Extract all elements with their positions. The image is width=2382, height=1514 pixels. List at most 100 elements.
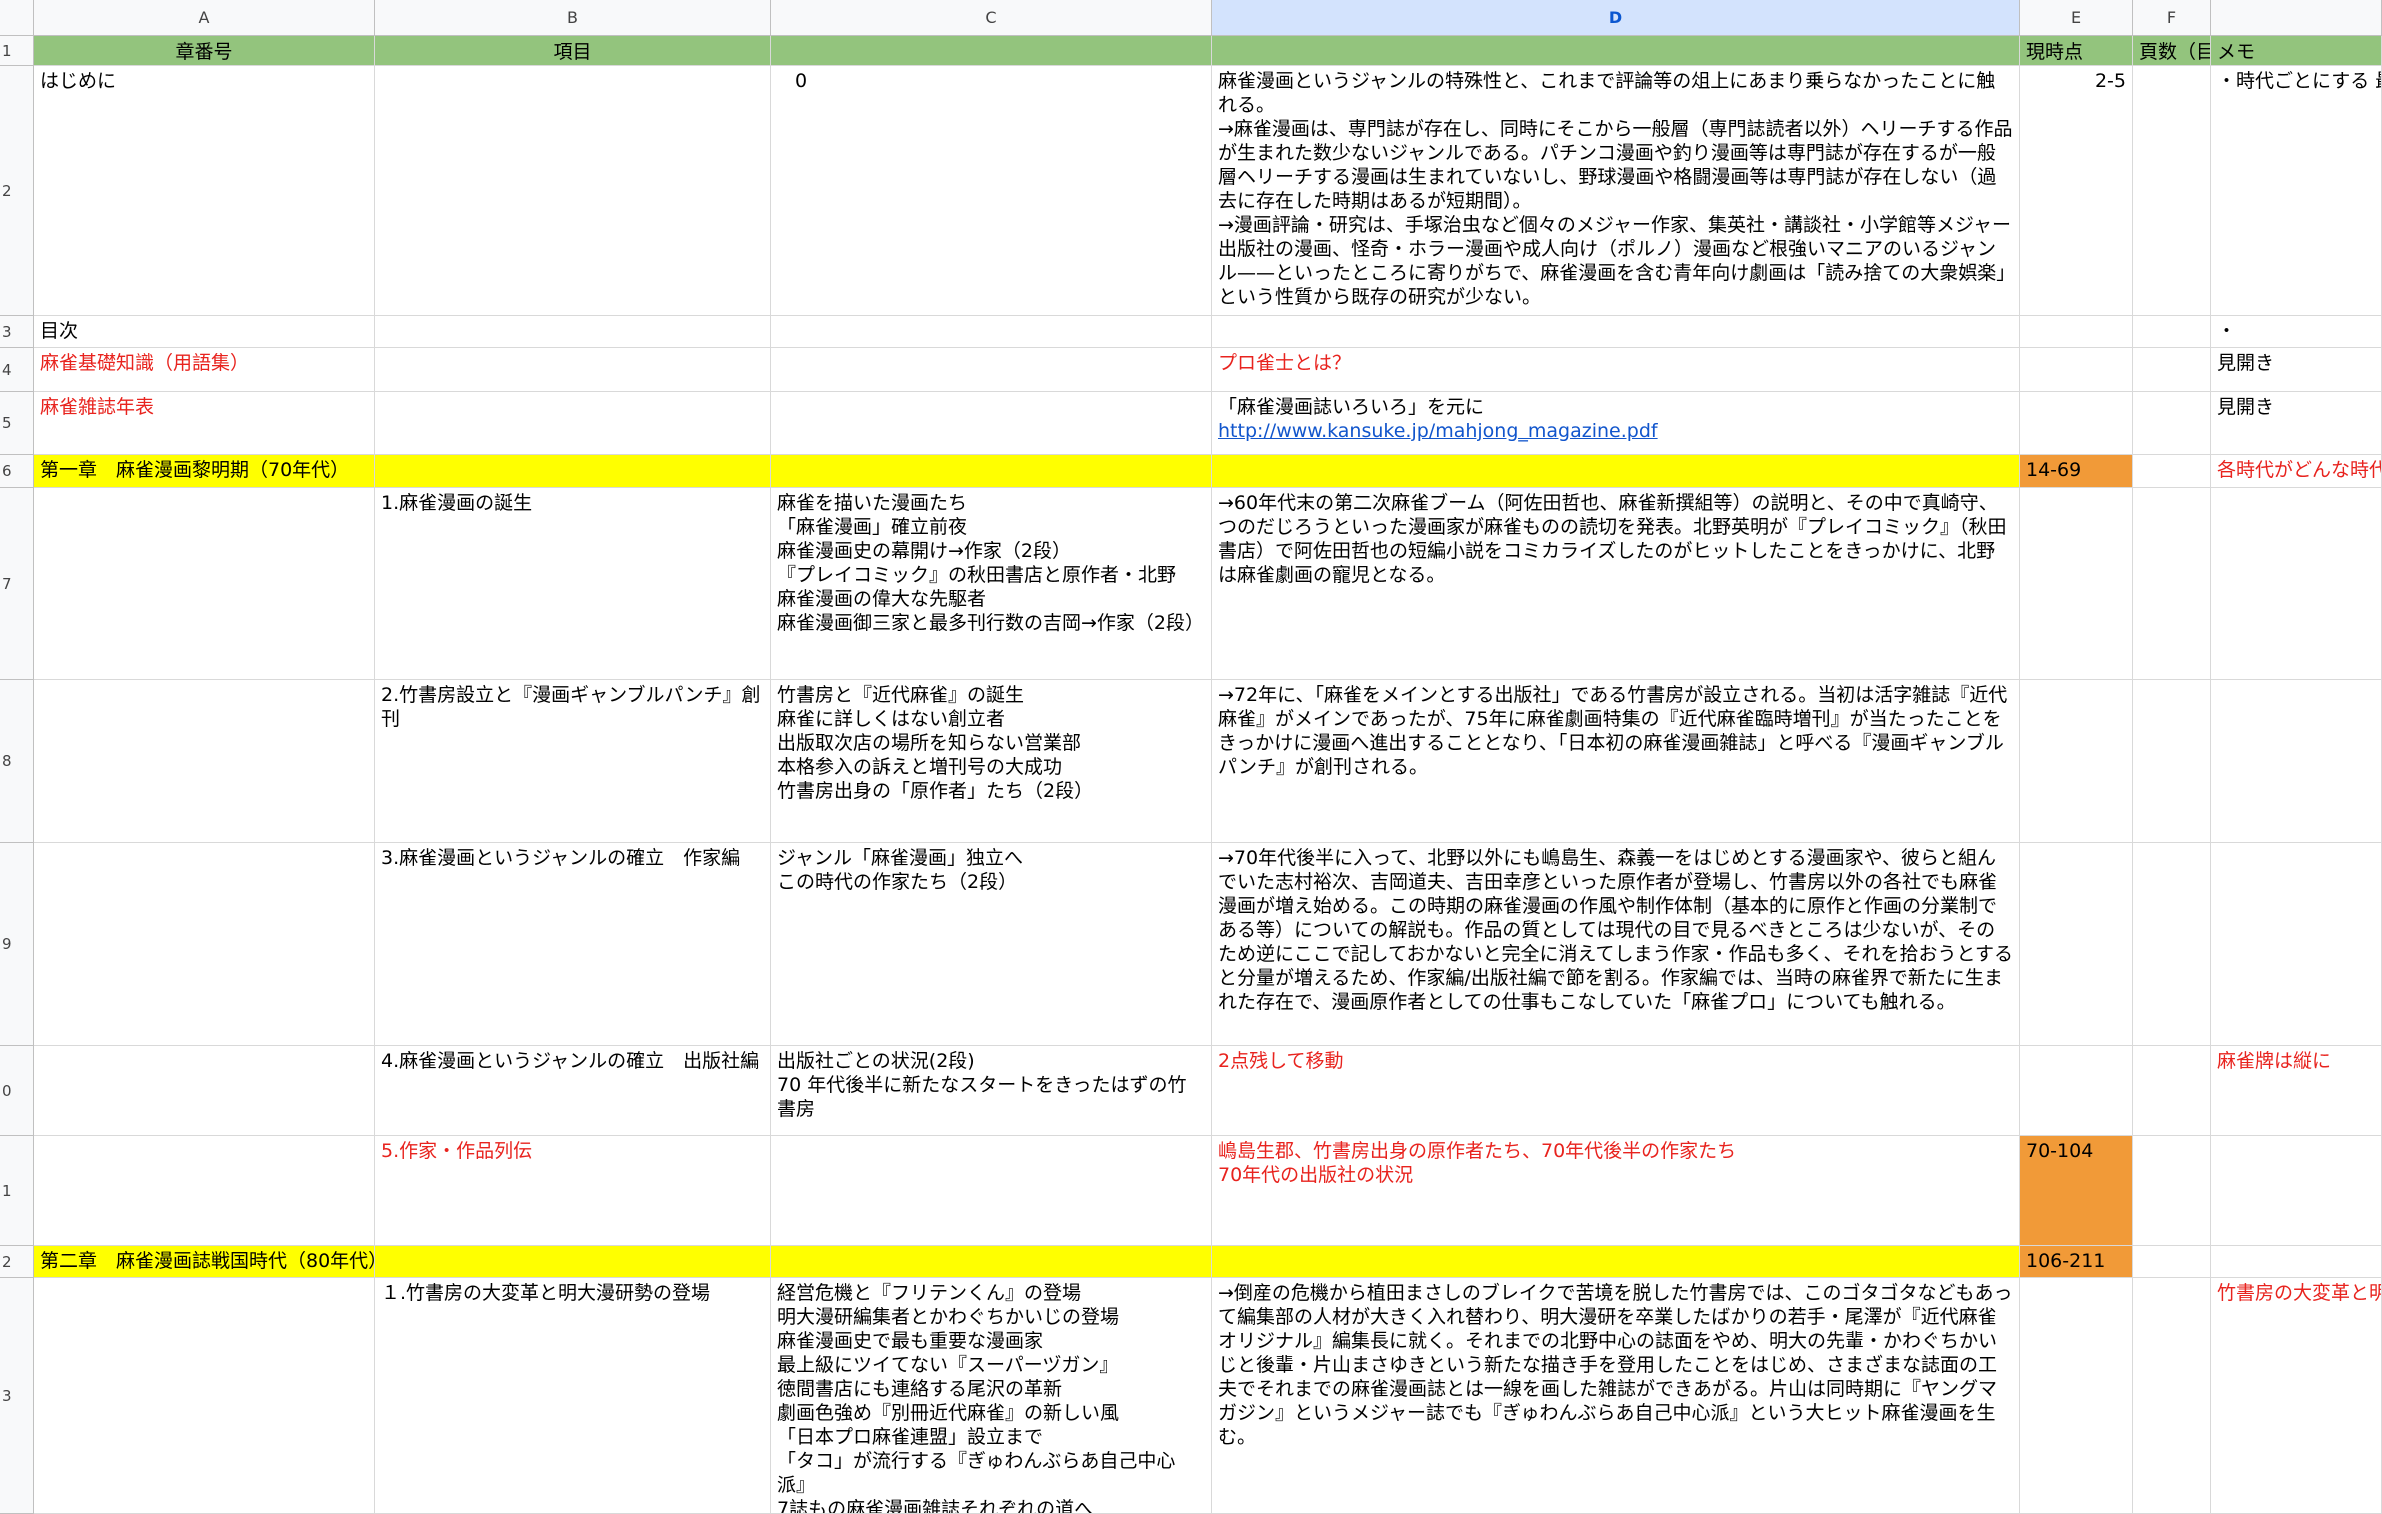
cell-g3[interactable]: ・ (2211, 316, 2382, 348)
cell-b5[interactable] (375, 392, 771, 455)
cell-d10[interactable]: 2点残して移動 (1212, 1046, 2020, 1136)
cell-a4[interactable]: 麻雀基礎知識（用語集） (34, 348, 375, 392)
header-cell-c[interactable] (771, 36, 1212, 66)
header-cell-item[interactable]: 項目 (375, 36, 771, 66)
cell-d8[interactable]: →72年に、「麻雀をメインとする出版社」である竹書房が設立される。当初は活字雑誌… (1212, 680, 2020, 843)
cell-a8[interactable] (34, 680, 375, 843)
cell-f4[interactable] (2133, 348, 2211, 392)
row-header-8[interactable]: 8 (0, 680, 34, 843)
cell-g4[interactable]: 見開き (2211, 348, 2382, 392)
cell-a6[interactable]: 第一章 麻雀漫画黎明期（70年代） (34, 455, 375, 488)
cell-c10[interactable]: 出版社ごとの状況(2段) 70 年代後半に新たなスタートをきったはずの竹書房 (771, 1046, 1212, 1136)
cell-g5[interactable]: 見開き (2211, 392, 2382, 455)
header-cell-chapter[interactable]: 章番号 (34, 36, 375, 66)
row-header-10[interactable]: 0 (0, 1046, 34, 1136)
cell-d3[interactable] (1212, 316, 2020, 348)
cell-g13[interactable]: 竹書房の大変革と明 (2211, 1278, 2382, 1514)
cell-b13[interactable]: １.竹書房の大変革と明大漫研勢の登場 (375, 1278, 771, 1514)
cell-g6[interactable]: 各時代がどんな時代 (2211, 455, 2382, 488)
header-cell-memo[interactable]: メモ (2211, 36, 2382, 66)
cell-b11[interactable]: 5.作家・作品列伝 (375, 1136, 771, 1246)
cell-f6[interactable] (2133, 455, 2211, 488)
cell-d13[interactable]: →倒産の危機から植田まさしのブレイクで苦境を脱した竹書房では、このゴタゴタなども… (1212, 1278, 2020, 1514)
row-header-11[interactable]: 1 (0, 1136, 34, 1246)
cell-g8[interactable] (2211, 680, 2382, 843)
header-cell-pages[interactable]: 頁数（目 (2133, 36, 2211, 66)
row-header-7[interactable]: 7 (0, 488, 34, 680)
cell-c8[interactable]: 竹書房と『近代麻雀』の誕生 麻雀に詳しくはない創立者 出版取次店の場所を知らない… (771, 680, 1212, 843)
column-header-b[interactable]: B (375, 0, 771, 36)
cell-a13[interactable] (34, 1278, 375, 1514)
cell-f12[interactable] (2133, 1246, 2211, 1278)
cell-a11[interactable] (34, 1136, 375, 1246)
cell-g12[interactable] (2211, 1246, 2382, 1278)
cell-d4[interactable]: プロ雀士とは？ (1212, 348, 2020, 392)
column-header-g[interactable] (2211, 0, 2382, 36)
column-header-f[interactable]: F (2133, 0, 2211, 36)
cell-a3[interactable]: 目次 (34, 316, 375, 348)
cell-f5[interactable] (2133, 392, 2211, 455)
cell-g7[interactable] (2211, 488, 2382, 680)
cell-f2[interactable] (2133, 66, 2211, 316)
cell-b10[interactable]: 4.麻雀漫画というジャンルの確立 出版社編 (375, 1046, 771, 1136)
cell-b12[interactable] (375, 1246, 771, 1278)
cell-e5[interactable] (2020, 392, 2133, 455)
cell-e7[interactable] (2020, 488, 2133, 680)
cell-b6[interactable] (375, 455, 771, 488)
cell-c2[interactable]: 0 (771, 66, 1212, 316)
cell-d7[interactable]: →60年代末の第二次麻雀ブーム（阿佐田哲也、麻雀新撰組等）の説明と、その中で真崎… (1212, 488, 2020, 680)
magazine-pdf-link[interactable]: http://www.kansuke.jp/mahjong_magazine.p… (1218, 419, 2013, 443)
cell-g10[interactable]: 麻雀牌は縦に (2211, 1046, 2382, 1136)
cell-b2[interactable] (375, 66, 771, 316)
cell-c4[interactable] (771, 348, 1212, 392)
cell-f13[interactable] (2133, 1278, 2211, 1514)
cell-c6[interactable] (771, 455, 1212, 488)
cell-c13[interactable]: 経営危機と『フリテンくん』の登場 明大漫研編集者とかわぐちかいじの登場 麻雀漫画… (771, 1278, 1212, 1514)
cell-e6[interactable]: 14-69 (2020, 455, 2133, 488)
cell-c11[interactable] (771, 1136, 1212, 1246)
cell-b4[interactable] (375, 348, 771, 392)
cell-f7[interactable] (2133, 488, 2211, 680)
row-header-13[interactable]: 3 (0, 1278, 34, 1514)
cell-b3[interactable] (375, 316, 771, 348)
cell-d12[interactable] (1212, 1246, 2020, 1278)
cell-f10[interactable] (2133, 1046, 2211, 1136)
column-header-d[interactable]: D (1212, 0, 2020, 36)
row-header-12[interactable]: 2 (0, 1246, 34, 1278)
cell-d9[interactable]: →70年代後半に入って、北野以外にも嶋島生、森義一をはじめとする漫画家や、彼らと… (1212, 843, 2020, 1046)
cell-e2[interactable]: 2-5 (2020, 66, 2133, 316)
row-header-5[interactable]: 5 (0, 392, 34, 455)
cell-d2[interactable]: 麻雀漫画というジャンルの特殊性と、これまで評論等の俎上にあまり乗らなかったことに… (1212, 66, 2020, 316)
cell-d5[interactable]: 「麻雀漫画誌いろいろ」を元に http://www.kansuke.jp/mah… (1212, 392, 2020, 455)
cell-c3[interactable] (771, 316, 1212, 348)
cell-d11[interactable]: 嶋島生郡、竹書房出身の原作者たち、70年代後半の作家たち 70年代の出版社の状況 (1212, 1136, 2020, 1246)
cell-e3[interactable] (2020, 316, 2133, 348)
cell-a5[interactable]: 麻雀雑誌年表 (34, 392, 375, 455)
cell-e13[interactable] (2020, 1278, 2133, 1514)
cell-e12[interactable]: 106-211 (2020, 1246, 2133, 1278)
cell-a2[interactable]: はじめに (34, 66, 375, 316)
column-header-e[interactable]: E (2020, 0, 2133, 36)
column-header-a[interactable]: A (34, 0, 375, 36)
cell-e10[interactable] (2020, 1046, 2133, 1136)
cell-e8[interactable] (2020, 680, 2133, 843)
cell-b8[interactable]: 2.竹書房設立と『漫画ギャンブルパンチ』創刊 (375, 680, 771, 843)
row-header-9[interactable]: 9 (0, 843, 34, 1046)
header-cell-current[interactable]: 現時点 (2020, 36, 2133, 66)
cell-a10[interactable] (34, 1046, 375, 1136)
row-header-3[interactable]: 3 (0, 316, 34, 348)
cell-f8[interactable] (2133, 680, 2211, 843)
select-all-corner[interactable] (0, 0, 34, 36)
header-cell-d[interactable] (1212, 36, 2020, 66)
cell-d6[interactable] (1212, 455, 2020, 488)
cell-c12[interactable] (771, 1246, 1212, 1278)
row-header-6[interactable]: 6 (0, 455, 34, 488)
cell-c5[interactable] (771, 392, 1212, 455)
row-header-4[interactable]: 4 (0, 348, 34, 392)
cell-b9[interactable]: 3.麻雀漫画というジャンルの確立 作家編 (375, 843, 771, 1046)
cell-g9[interactable] (2211, 843, 2382, 1046)
cell-a9[interactable] (34, 843, 375, 1046)
cell-e11[interactable]: 70-104 (2020, 1136, 2133, 1246)
column-header-c[interactable]: C (771, 0, 1212, 36)
cell-g2[interactable]: ・時代ごとにする 最後まで読ませる →麻雀と人生？ ・そもそも麻雀漫画 ・扉に時… (2211, 66, 2382, 316)
